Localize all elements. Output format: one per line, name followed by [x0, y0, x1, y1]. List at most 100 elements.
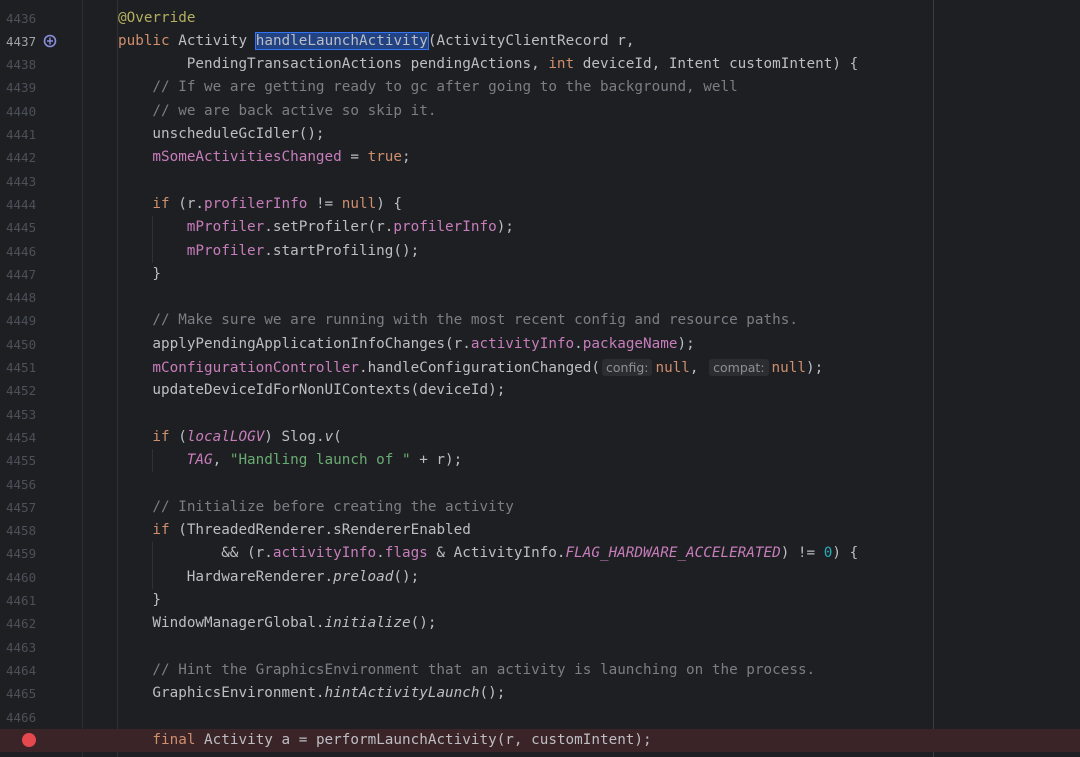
code-text: mProfiler.setProfiler(r.profilerInfo);: [118, 216, 514, 239]
code-text: // Make sure we are running with the mos…: [118, 309, 798, 332]
code-line[interactable]: 4462 WindowManagerGlobal.initialize();: [0, 612, 1080, 635]
code-token: null: [341, 195, 377, 212]
code-token: GraphicsEnvironment.: [152, 685, 325, 702]
line-number[interactable]: 4443: [6, 170, 40, 193]
code-text: updateDeviceIdForNonUIContexts(deviceId)…: [118, 379, 505, 402]
line-number[interactable]: 4451: [6, 356, 40, 379]
line-number[interactable]: 4455: [6, 449, 40, 472]
code-token: ) !=: [780, 545, 824, 562]
code-line[interactable]: 4450 applyPendingApplicationInfoChanges(r…: [0, 333, 1080, 356]
code-text: // If we are getting ready to gc after g…: [118, 76, 737, 99]
code-line[interactable]: 4463: [0, 636, 1080, 659]
line-number[interactable]: 4439: [6, 76, 40, 99]
code-line[interactable]: 4458 if (ThreadedRenderer.sRendererEnable…: [0, 519, 1080, 542]
code-token: ;: [402, 149, 411, 166]
code-line[interactable]: 4440 // we are back active so skip it.: [0, 100, 1080, 123]
code-line[interactable]: 4451 mConfigurationController.handleConfi…: [0, 356, 1080, 379]
line-number[interactable]: 4459: [6, 542, 40, 565]
code-token: v: [324, 428, 334, 445]
line-number[interactable]: 4447: [6, 263, 40, 286]
line-number[interactable]: 4437: [6, 30, 40, 53]
code-line[interactable]: 4441 unscheduleGcIdler();: [0, 123, 1080, 146]
code-line[interactable]: 4465 GraphicsEnvironment.hintActivityLaun…: [0, 682, 1080, 705]
code-token: =: [341, 149, 368, 166]
code-token: ();: [410, 615, 437, 632]
line-number[interactable]: 4446: [6, 240, 40, 263]
code-line[interactable]: 4466: [0, 706, 1080, 729]
code-token: HardwareRenderer.: [186, 568, 334, 585]
code-token: int: [548, 56, 575, 73]
code-editor[interactable]: 4436 @Override 4437 public Activity handleL…: [0, 0, 1080, 757]
parameter-hint: config:: [602, 359, 653, 376]
code-token: sRendererEnabled: [333, 522, 471, 539]
code-text: GraphicsEnvironment.hintActivityLaunch()…: [118, 682, 505, 705]
line-number[interactable]: 4461: [6, 589, 40, 612]
code-line[interactable]: 4453: [0, 403, 1080, 426]
line-number[interactable]: 4456: [6, 473, 40, 496]
code-token: TAG: [186, 452, 213, 469]
code-line[interactable]: final Activity a = performLaunchActivity…: [0, 728, 1080, 753]
line-number[interactable]: 4450: [6, 333, 40, 356]
code-line[interactable]: 4452 updateDeviceIdForNonUIContexts(devic…: [0, 379, 1080, 402]
code-token: flags: [384, 545, 428, 562]
code-text: if (localLOGV) Slog.v(: [118, 426, 341, 449]
code-text: final Activity a = performLaunchActivity…: [118, 729, 652, 752]
code-token: );: [496, 219, 514, 236]
code-line[interactable]: 4455 TAG, "Handling launch of " + r);: [0, 449, 1080, 472]
code-line[interactable]: 4439 // If we are getting ready to gc aft…: [0, 76, 1080, 99]
line-number[interactable]: 4453: [6, 403, 40, 426]
code-line[interactable]: 4438 PendingTransactionActions pendingAct…: [0, 53, 1080, 76]
code-line[interactable]: 4442 mSomeActivitiesChanged = true;: [0, 146, 1080, 169]
code-line[interactable]: 4456: [0, 473, 1080, 496]
code-text: && (r.activityInfo.flags & ActivityInfo.…: [118, 542, 858, 565]
line-number[interactable]: 4438: [6, 53, 40, 76]
override-method-icon[interactable]: [43, 34, 57, 48]
line-number[interactable]: 4458: [6, 519, 40, 542]
line-number[interactable]: 4457: [6, 496, 40, 519]
code-text: TAG, "Handling launch of " + r);: [118, 449, 462, 472]
code-line[interactable]: 4448: [0, 286, 1080, 309]
code-token: null: [771, 360, 806, 376]
code-token: .startProfiling();: [264, 242, 420, 259]
line-number[interactable]: 4462: [6, 612, 40, 635]
code-line[interactable]: 4459 && (r.activityInfo.flags & ActivityI…: [0, 542, 1080, 565]
line-number[interactable]: 4466: [6, 706, 40, 729]
code-text: HardwareRenderer.preload();: [118, 566, 419, 589]
line-number[interactable]: 4440: [6, 100, 40, 123]
code-token: (ThreadedRenderer.: [169, 522, 334, 539]
code-line[interactable]: 4454 if (localLOGV) Slog.v(: [0, 426, 1080, 449]
code-line[interactable]: 4457 // Initialize before creating the ac…: [0, 496, 1080, 519]
line-number[interactable]: 4465: [6, 682, 40, 705]
code-token: profilerInfo: [204, 195, 308, 212]
code-token: packageName: [582, 335, 678, 352]
line-number[interactable]: 4448: [6, 286, 40, 309]
code-line[interactable]: 4449 // Make sure we are running with the…: [0, 309, 1080, 332]
line-number[interactable]: 4463: [6, 636, 40, 659]
breakpoint-icon[interactable]: [22, 733, 36, 748]
line-number[interactable]: 4452: [6, 379, 40, 402]
code-token: if: [152, 428, 170, 445]
indent-guide: [152, 542, 153, 589]
code-line[interactable]: 4444 if (r.profilerInfo != null) {: [0, 193, 1080, 216]
line-number[interactable]: 4445: [6, 216, 40, 239]
code-token: PendingTransactionActions pendingActions…: [186, 56, 549, 73]
line-number[interactable]: 4460: [6, 566, 40, 589]
code-line[interactable]: 4447}: [0, 263, 1080, 286]
code-line[interactable]: 4464 // Hint the GraphicsEnvironment that…: [0, 659, 1080, 682]
line-number[interactable]: 4441: [6, 123, 40, 146]
line-number[interactable]: 4464: [6, 659, 40, 682]
line-number[interactable]: 4449: [6, 309, 40, 332]
line-number[interactable]: 4454: [6, 426, 40, 449]
line-number[interactable]: 4436: [6, 7, 40, 30]
code-line[interactable]: 4460 HardwareRenderer.preload();: [0, 566, 1080, 589]
code-text: if (r.profilerInfo != null) {: [118, 193, 402, 216]
code-line[interactable]: 4436 @Override: [0, 7, 1080, 30]
code-line[interactable]: 4443: [0, 170, 1080, 193]
code-line[interactable]: 4446 mProfiler.startProfiling();: [0, 240, 1080, 263]
code-line[interactable]: 4445 mProfiler.setProfiler(r.profilerInfo…: [0, 216, 1080, 239]
line-number[interactable]: 4444: [6, 193, 40, 216]
line-number[interactable]: 4442: [6, 146, 40, 169]
code-line[interactable]: 4461}: [0, 589, 1080, 612]
code-line[interactable]: 4437 public Activity handleLaunchActivity…: [0, 30, 1080, 53]
code-token: Activity a = performLaunchActivity(r, cu…: [195, 731, 652, 748]
